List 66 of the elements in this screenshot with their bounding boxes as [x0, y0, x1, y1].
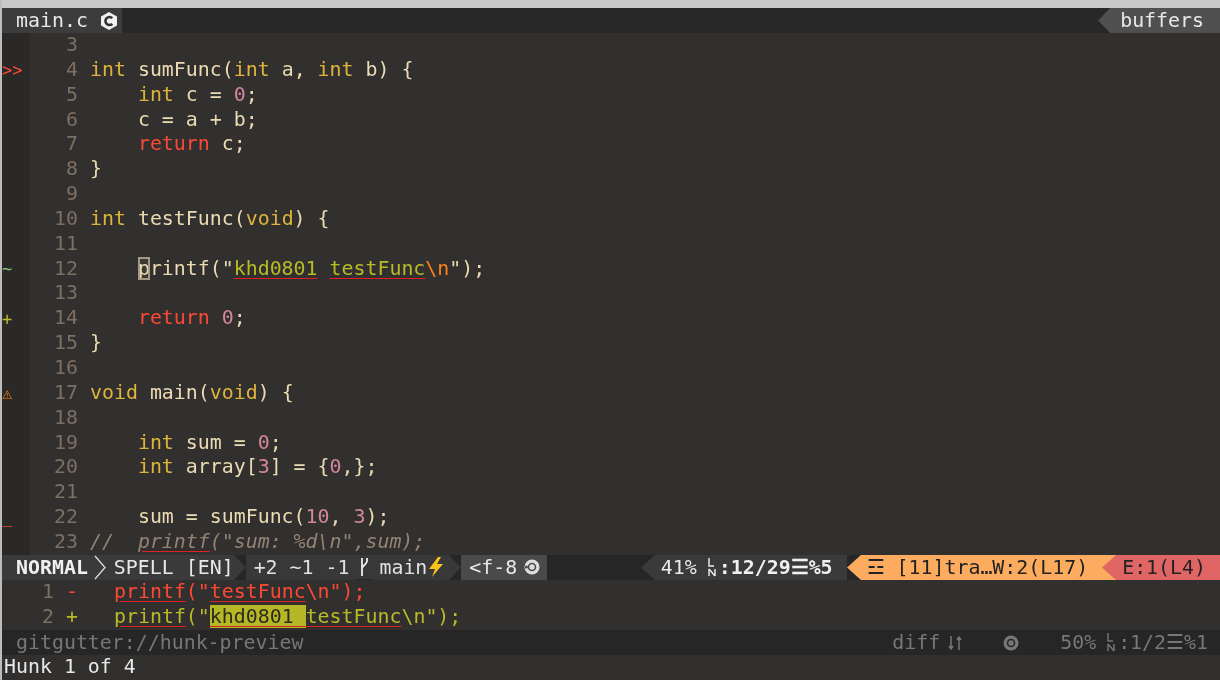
- line-number: 17: [53, 380, 78, 406]
- code-line: return c;: [136, 132, 246, 158]
- line-number: 19: [53, 430, 78, 456]
- line-number: 10: [53, 206, 78, 232]
- circle-logo-icon: [1002, 633, 1021, 652]
- line-number: 21: [53, 480, 78, 506]
- code-line: int testFunc(void) {: [90, 206, 330, 232]
- line-number: 18: [53, 405, 78, 431]
- command-line-message: Hunk 1 of 4: [4, 655, 136, 678]
- code-line: void main(void) {: [90, 380, 294, 406]
- code-line: }: [90, 157, 102, 183]
- code-line: sum = sumFunc(10, 3);: [136, 505, 390, 530]
- code-line: int array[3] = {0,};: [136, 455, 378, 481]
- line-number: 5: [65, 82, 78, 108]
- code-line: }: [90, 331, 102, 356]
- line-number: 8: [65, 157, 78, 183]
- code-line: // printf("sum: %d\n",sum);: [90, 529, 426, 555]
- segment-arrow: [449, 555, 462, 580]
- gutter-sign: >>: [2, 60, 23, 81]
- file-type: diff: [892, 630, 941, 655]
- diff-sign: +: [65, 604, 79, 630]
- column-number: %5: [808, 555, 847, 580]
- cursor-position: :1/2: [1118, 630, 1167, 655]
- gutter-sign: _: [2, 507, 13, 528]
- diff-line: printf("khd0801 testFunc\n");: [114, 604, 462, 630]
- git-hunks: +2 ~1 -1: [245, 555, 356, 580]
- column-glyph: ☰: [1166, 630, 1185, 655]
- line-number: 7: [65, 132, 78, 158]
- sync-arrows-icon: [948, 633, 963, 652]
- line-number: 4: [65, 57, 78, 83]
- diff-line: printf("testFunc\n");: [114, 580, 366, 605]
- c-language-icon: [99, 10, 118, 31]
- buffers-label: buffers: [1098, 8, 1220, 33]
- circle-logo-icon: [523, 555, 548, 580]
- segment-arrow: [846, 555, 861, 580]
- line-number: 23: [53, 529, 78, 555]
- code-line: int sumFunc(int a, int b) {: [90, 57, 414, 83]
- file-encoding: <f-8: [461, 555, 524, 580]
- line-number: 22: [53, 505, 78, 530]
- line-number: 14: [53, 306, 78, 332]
- line-number: 3: [65, 33, 78, 58]
- gutter-sign: +: [2, 308, 13, 329]
- gutter-sign: ⚠: [2, 383, 13, 404]
- line-number: 13: [53, 281, 78, 307]
- line-number: 9: [65, 182, 78, 207]
- code-line: int c = 0;: [136, 82, 258, 108]
- code-line: c = a + b;: [136, 107, 258, 133]
- file-tab[interactable]: main.c: [2, 8, 122, 33]
- line-number: 20: [53, 455, 78, 481]
- line-number: 2: [41, 604, 54, 630]
- code-line: int sum = 0;: [136, 430, 282, 456]
- line-number: 6: [65, 107, 78, 133]
- git-branch: main: [373, 555, 428, 580]
- line-number: 15: [53, 331, 78, 356]
- line-number: 12: [53, 256, 78, 282]
- mode-indicator: NORMAL: [2, 555, 94, 580]
- line-number: 1: [41, 580, 54, 605]
- line-number: 11: [53, 231, 78, 257]
- code-line: return 0;: [136, 306, 246, 332]
- diff-sign: -: [65, 580, 79, 605]
- buffer-name: gitgutter://hunk-preview: [16, 630, 304, 655]
- line-number: 16: [53, 355, 78, 381]
- column-number: %1: [1184, 630, 1209, 655]
- file-percent: 50%: [1060, 630, 1097, 655]
- cursor-position: :12/29: [718, 555, 791, 580]
- gutter-sign: ~: [2, 259, 13, 279]
